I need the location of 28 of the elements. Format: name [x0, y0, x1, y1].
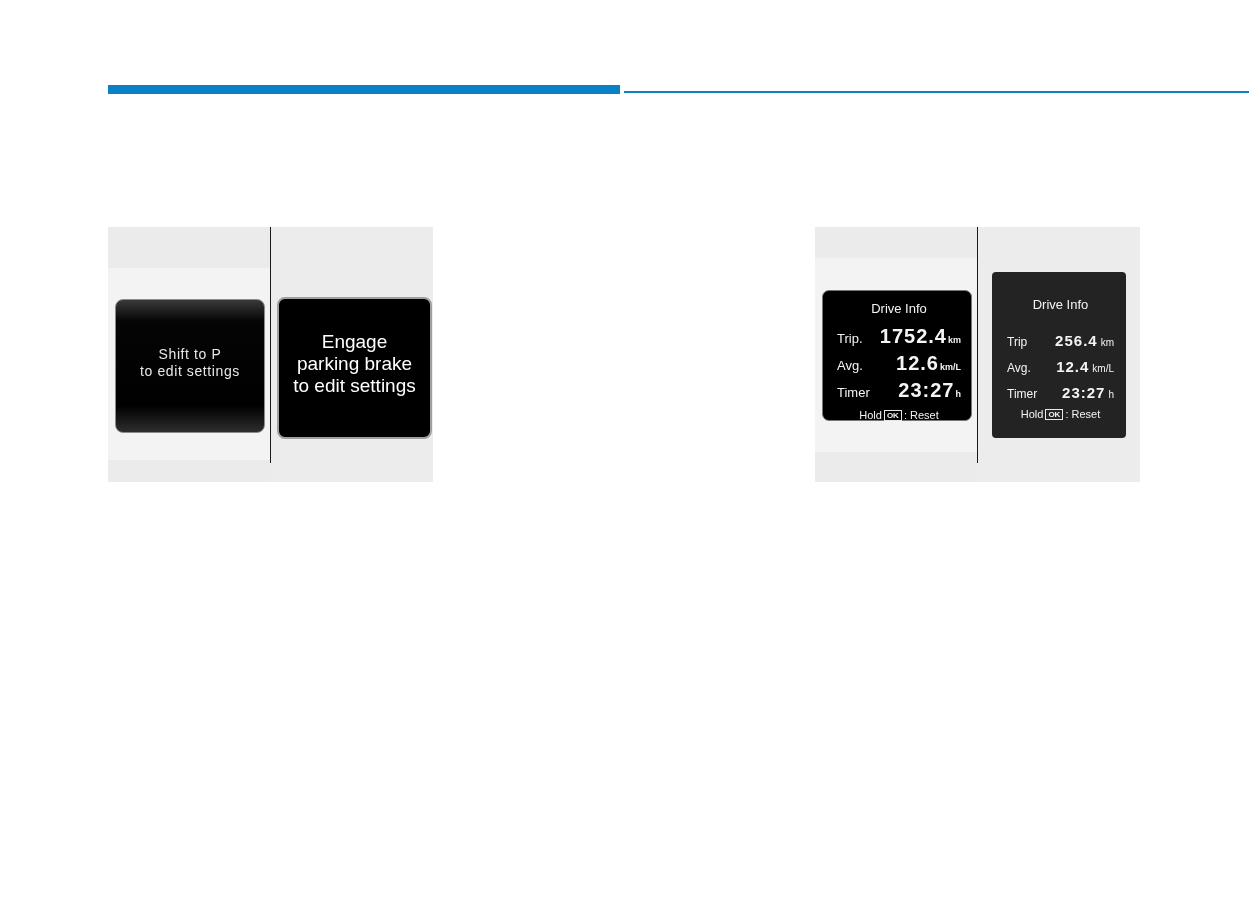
hint-text: Hold [859, 408, 882, 422]
row-value: 12.6 [896, 352, 939, 375]
unit-label: km [1100, 336, 1114, 350]
row-value: 23:27 [898, 379, 955, 402]
row-label: Trip [1007, 334, 1028, 351]
unit-label: km [948, 334, 961, 347]
row-label: Avg. [1007, 360, 1031, 377]
hint-text: : Reset [903, 408, 939, 422]
unit-label: km/L [940, 361, 961, 374]
row-label: Timer [837, 384, 870, 402]
row-value: 1752.4 [879, 325, 947, 348]
message-text: Shift to P to edit settings [140, 346, 240, 380]
hint-text: : Reset [1065, 407, 1101, 421]
unit-label: h [1108, 388, 1114, 402]
hint-text: Hold [1020, 407, 1044, 421]
row-label: Trip. [837, 330, 863, 348]
unit-label: km/L [1092, 362, 1114, 376]
screen-title: Drive Info [1031, 297, 1090, 313]
row-value: 23:27 [1062, 383, 1106, 403]
key-label: OK [883, 409, 902, 421]
key-label: OK [1045, 408, 1064, 420]
row-value: 256.4 [1055, 331, 1098, 351]
row-label: Avg. [837, 357, 863, 375]
unit-label: h [955, 388, 961, 401]
row-value: 12.4 [1056, 357, 1090, 377]
screen-title: Drive Info [870, 301, 928, 317]
message-text: Engage parking brake to edit settings [293, 331, 416, 397]
row-label: Timer [1007, 386, 1038, 403]
